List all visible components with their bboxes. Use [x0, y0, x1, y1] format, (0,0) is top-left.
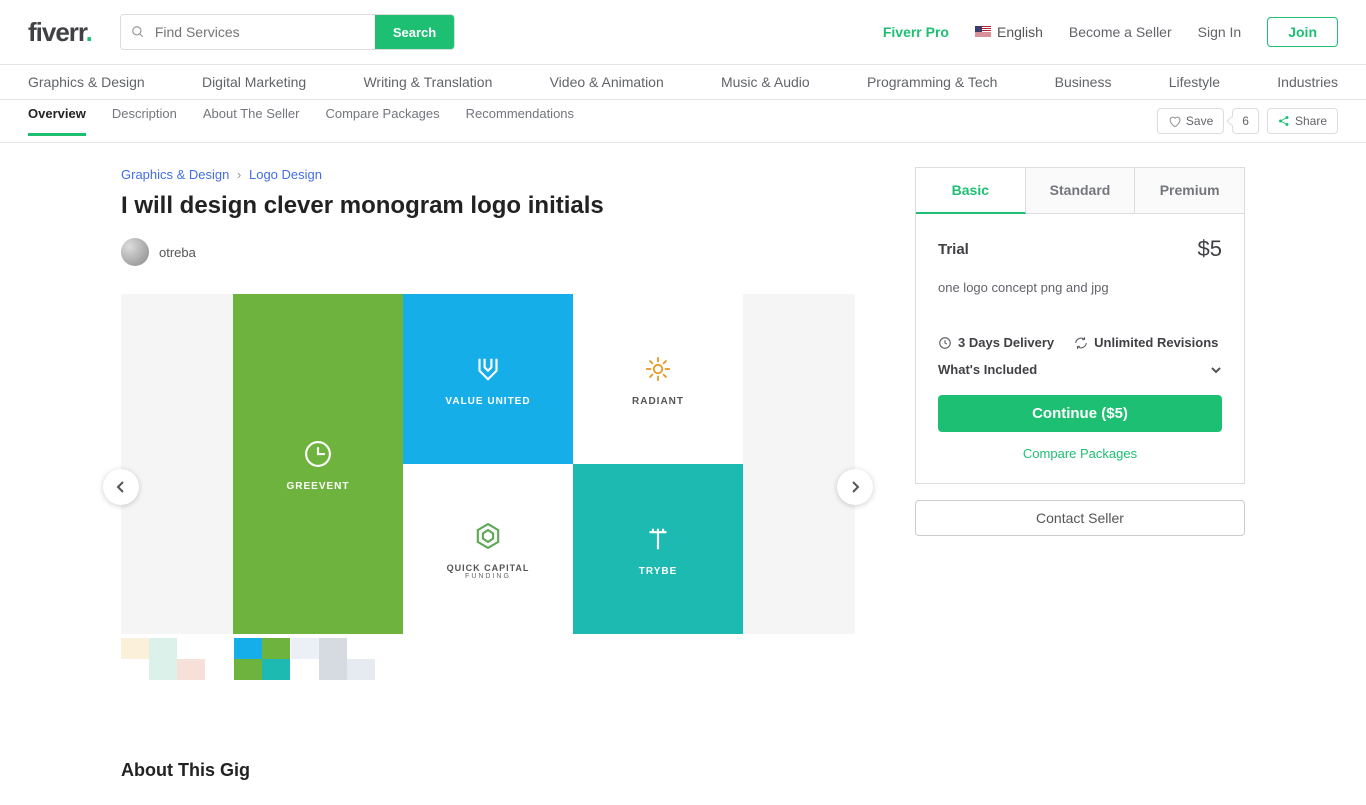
- become-seller-link[interactable]: Become a Seller: [1069, 24, 1172, 40]
- gallery-main-image[interactable]: VALUE UNITED GREEVENT RADIANT QUICK CAPI…: [121, 294, 855, 634]
- cat-writing-translation[interactable]: Writing & Translation: [363, 74, 492, 90]
- chevron-right-icon: [850, 480, 860, 494]
- category-nav: Graphics & Design Digital Marketing Writ…: [0, 65, 1366, 99]
- seller-avatar[interactable]: [121, 238, 149, 266]
- cat-video-animation[interactable]: Video & Animation: [550, 74, 664, 90]
- save-button[interactable]: Save: [1157, 108, 1224, 134]
- gig-title: I will design clever monogram logo initi…: [121, 192, 855, 220]
- fiverr-pro-link[interactable]: Fiverr Pro: [883, 24, 949, 40]
- about-this-gig-heading: About This Gig: [121, 760, 855, 781]
- breadcrumb-category[interactable]: Graphics & Design: [121, 167, 229, 182]
- share-icon: [1278, 115, 1290, 127]
- cat-lifestyle[interactable]: Lifestyle: [1169, 74, 1220, 90]
- language-label: English: [997, 24, 1043, 40]
- seller-name[interactable]: otreba: [159, 245, 196, 260]
- cat-business[interactable]: Business: [1055, 74, 1112, 90]
- us-flag-icon: [975, 26, 991, 38]
- save-count: 6: [1232, 108, 1259, 134]
- cat-music-audio[interactable]: Music & Audio: [721, 74, 810, 90]
- breadcrumb: Graphics & Design › Logo Design: [121, 167, 855, 182]
- gallery-thumb-1[interactable]: [121, 638, 205, 680]
- compare-packages-link[interactable]: Compare Packages: [938, 446, 1222, 461]
- chevron-left-icon: [116, 480, 126, 494]
- package-tab-basic[interactable]: Basic: [916, 168, 1026, 214]
- sample-radiant: RADIANT: [573, 294, 743, 464]
- contact-seller-button[interactable]: Contact Seller: [915, 500, 1245, 536]
- search-icon: [121, 25, 155, 39]
- cat-industries[interactable]: Industries: [1277, 74, 1338, 90]
- package-tab-premium[interactable]: Premium: [1135, 168, 1244, 214]
- cat-programming-tech[interactable]: Programming & Tech: [867, 74, 997, 90]
- package-price: $5: [1198, 236, 1222, 262]
- cat-digital-marketing[interactable]: Digital Marketing: [202, 74, 306, 90]
- search-button[interactable]: Search: [375, 15, 454, 49]
- gig-gallery: VALUE UNITED GREEVENT RADIANT QUICK CAPI…: [121, 294, 855, 680]
- heart-icon: [1168, 115, 1181, 128]
- continue-button[interactable]: Continue ($5): [938, 395, 1222, 432]
- whats-included-toggle[interactable]: What's Included: [938, 362, 1222, 377]
- sample-value-united: VALUE UNITED: [403, 294, 573, 464]
- cat-graphics-design[interactable]: Graphics & Design: [28, 74, 145, 90]
- gallery-thumb-3[interactable]: [291, 638, 375, 680]
- tab-about-seller[interactable]: About The Seller: [203, 106, 300, 136]
- gallery-next-button[interactable]: [837, 469, 873, 505]
- sign-in-link[interactable]: Sign In: [1198, 24, 1242, 40]
- logo[interactable]: fiverr.: [28, 17, 92, 48]
- delivery-time: 3 Days Delivery: [938, 335, 1054, 350]
- clock-icon: [938, 336, 952, 350]
- gallery-thumb-2[interactable]: [206, 638, 290, 680]
- tab-compare-packages[interactable]: Compare Packages: [325, 106, 439, 136]
- package-description: one logo concept png and jpg: [938, 280, 1222, 295]
- tab-description[interactable]: Description: [112, 106, 177, 136]
- breadcrumb-subcategory[interactable]: Logo Design: [249, 167, 322, 182]
- sample-trybe: TRYBE: [573, 464, 743, 634]
- sample-quick-capital: QUICK CAPITAL FUNDING: [403, 464, 573, 634]
- revisions-count: Unlimited Revisions: [1074, 335, 1218, 350]
- package-name: Trial: [938, 241, 969, 258]
- search-box: Search: [120, 14, 455, 50]
- sample-greevent: GREEVENT: [233, 294, 403, 634]
- search-input[interactable]: [155, 15, 375, 49]
- gallery-prev-button[interactable]: [103, 469, 139, 505]
- refresh-icon: [1074, 336, 1088, 350]
- share-button[interactable]: Share: [1267, 108, 1338, 134]
- language-selector[interactable]: English: [975, 24, 1043, 40]
- join-button[interactable]: Join: [1267, 17, 1338, 47]
- tab-overview[interactable]: Overview: [28, 106, 86, 136]
- tab-recommendations[interactable]: Recommendations: [466, 106, 574, 136]
- package-tab-standard[interactable]: Standard: [1026, 168, 1136, 214]
- chevron-down-icon: [1210, 364, 1222, 376]
